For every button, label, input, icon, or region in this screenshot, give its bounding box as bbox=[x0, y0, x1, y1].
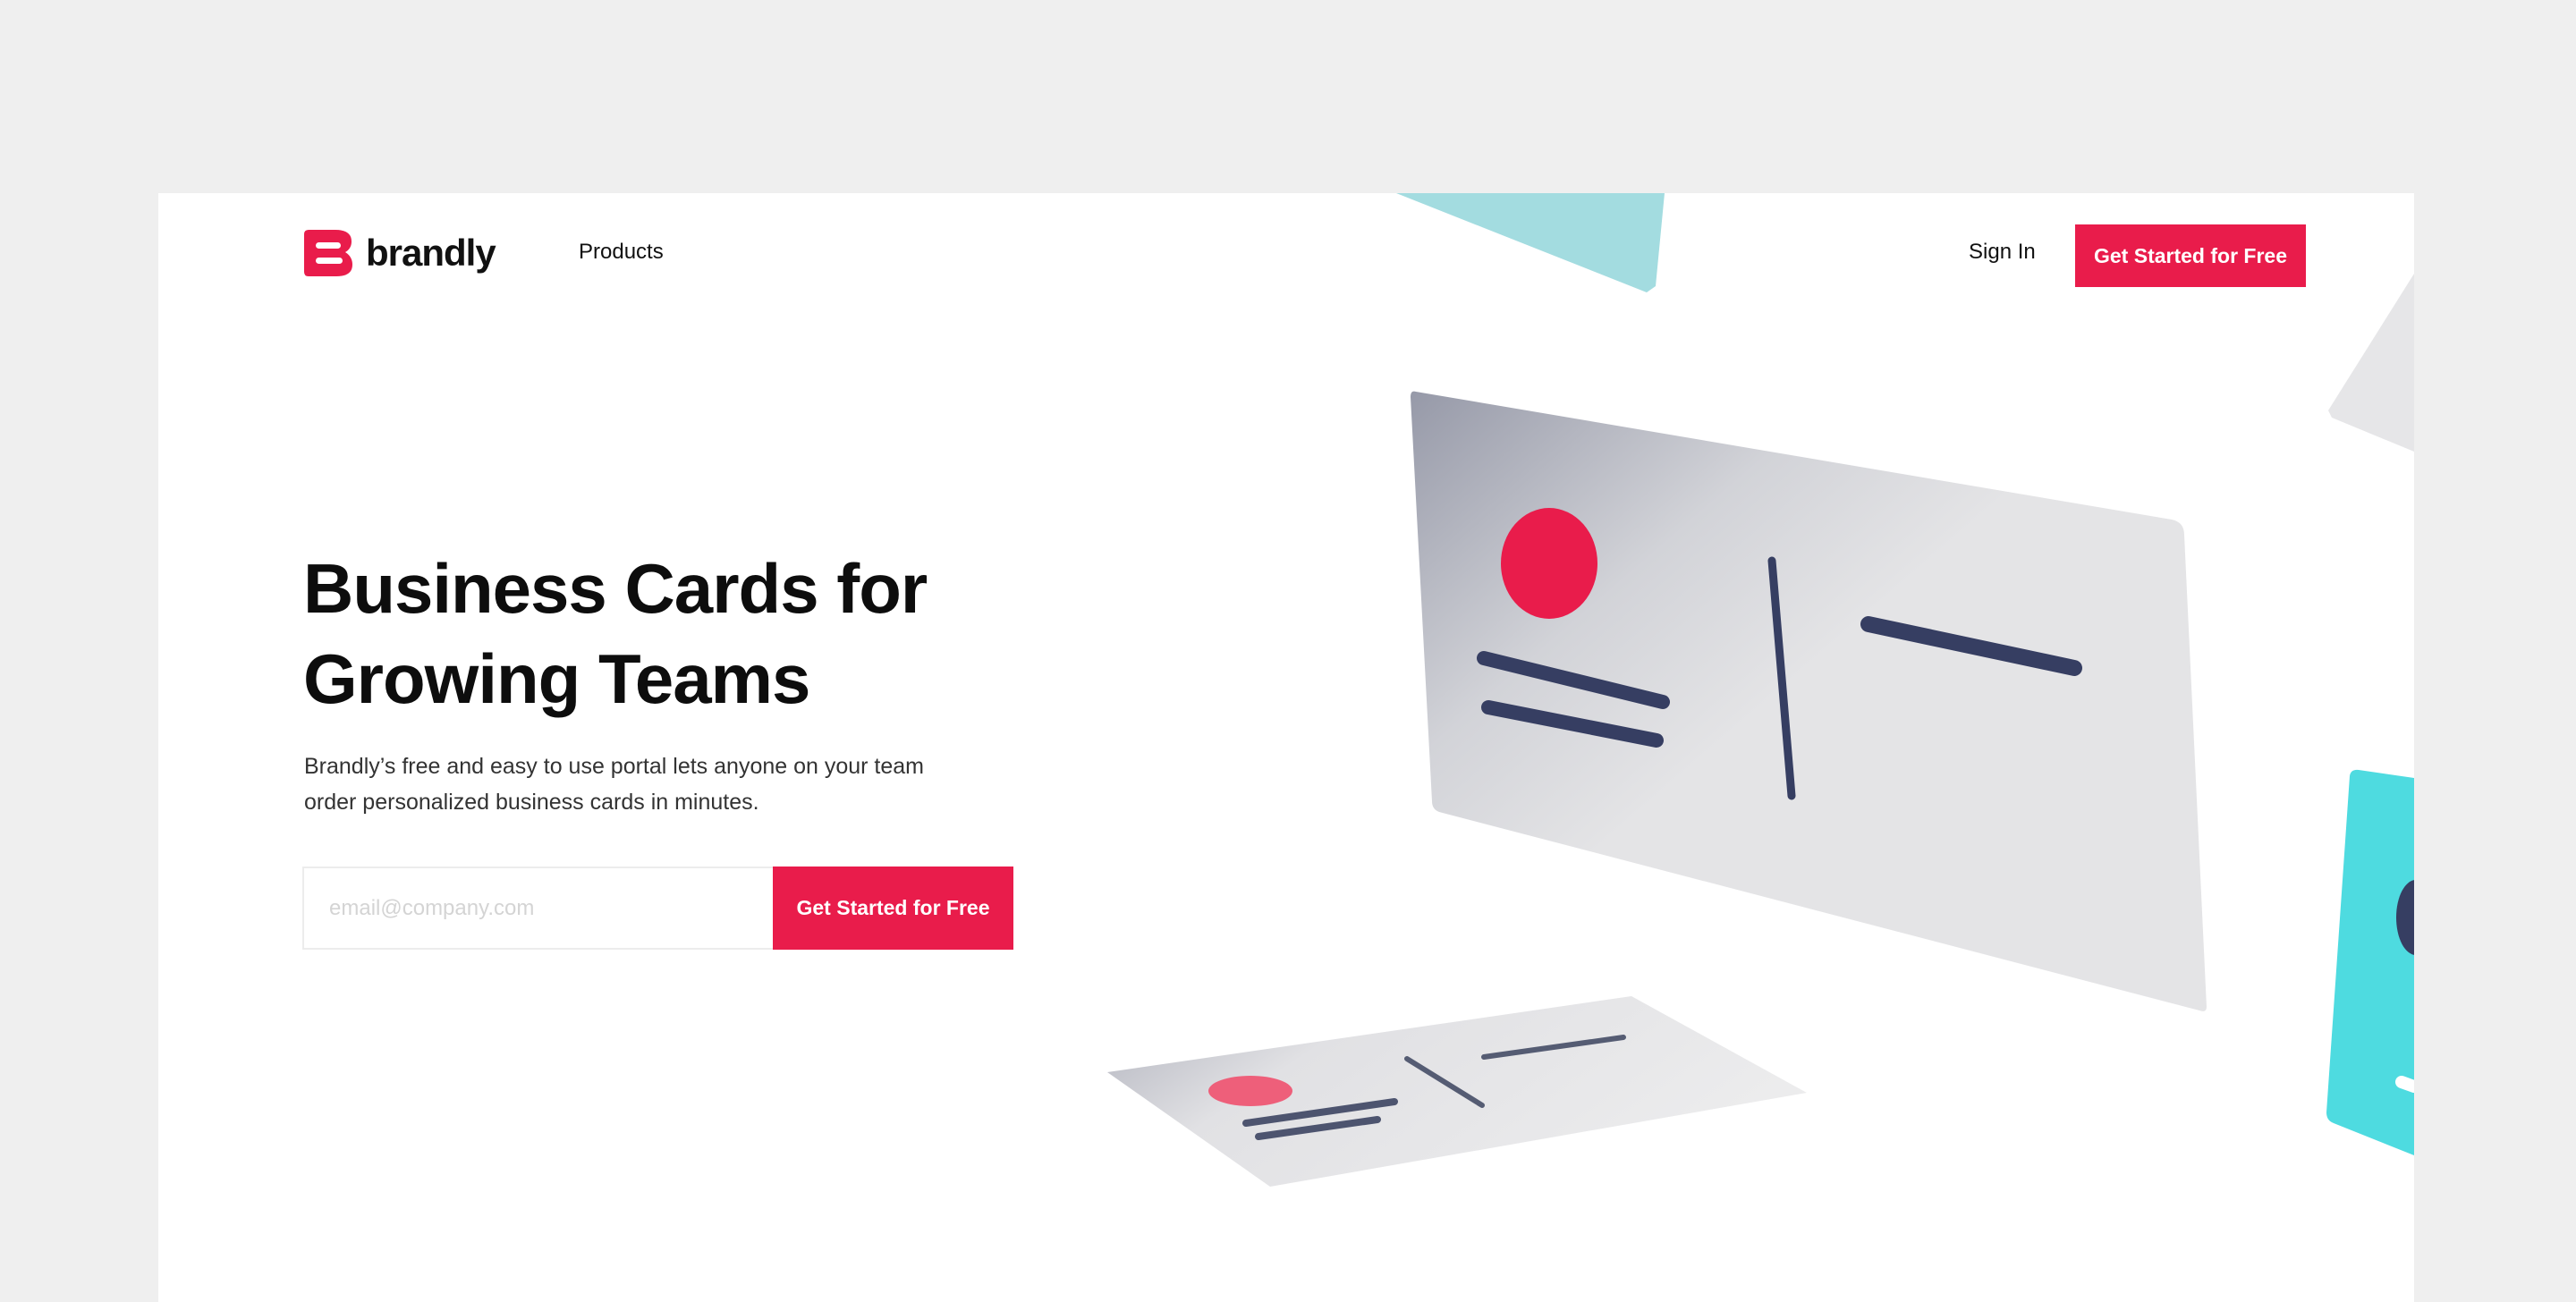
signup-form: Get Started for Free bbox=[302, 867, 1013, 950]
hero-title-line-1: Business Cards for bbox=[303, 549, 928, 628]
nav-products-link[interactable]: Products bbox=[579, 240, 664, 265]
business-card-small bbox=[1107, 996, 1807, 1187]
business-card-large bbox=[1411, 391, 2207, 1011]
hero-subtitle: Brandly’s free and easy to use portal le… bbox=[304, 748, 975, 820]
email-input[interactable] bbox=[302, 867, 773, 950]
hero-subtitle-line-2: order personalized business cards in min… bbox=[304, 790, 759, 815]
hero-title: Business Cards for Growing Teams bbox=[303, 544, 1037, 724]
hero-subtitle-line-1: Brandly’s free and easy to use portal le… bbox=[304, 754, 925, 779]
decor-card-right-grey bbox=[2328, 274, 2414, 452]
sign-in-link[interactable]: Sign In bbox=[1969, 240, 2036, 265]
hero-title-line-2: Growing Teams bbox=[303, 639, 810, 718]
brand-logo[interactable]: brandly bbox=[303, 229, 496, 277]
hero-illustration bbox=[1107, 193, 2414, 1187]
brand-name: brandly bbox=[366, 232, 496, 274]
signup-get-started-button[interactable]: Get Started for Free bbox=[773, 867, 1013, 950]
decor-card-top bbox=[1396, 193, 1665, 292]
decor-card-teal bbox=[2326, 769, 2414, 1155]
header-get-started-button[interactable]: Get Started for Free bbox=[2075, 224, 2306, 287]
brandly-logo-icon bbox=[304, 230, 352, 276]
landing-page: brandly Products Sign In Get Started for… bbox=[158, 193, 2414, 1302]
